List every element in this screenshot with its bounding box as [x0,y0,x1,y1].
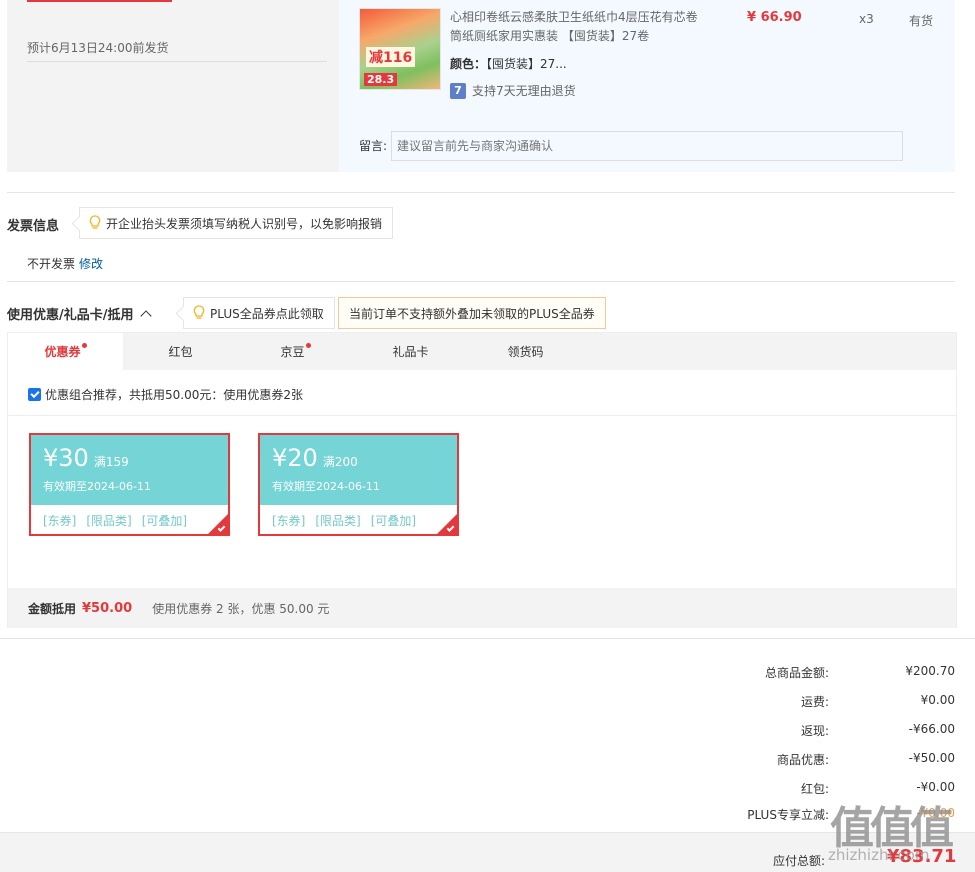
total-label: PLUS专享立减: [747,808,829,822]
deduction-label: 金额抵用 [28,601,77,616]
coupon-tabs: 优惠券 红包 京豆 礼品卡 领货码 [8,333,956,370]
divider [0,638,975,639]
coupon-condition: 满200 [322,455,358,469]
lightbulb-icon [193,305,205,319]
coupon-section-title: 使用优惠/礼品卡/抵用 [7,308,134,323]
message-input[interactable] [391,131,903,161]
chevron-up-icon [139,310,152,322]
item-price: ¥ 66.90 [747,10,802,25]
order-shipping-panel: 预计6月13日24:00前发货 [7,0,339,172]
invoice-title: 发票信息 [7,219,60,234]
thumb-badge-price: 28.3 [364,73,398,86]
divider [27,61,327,62]
invoice-tip-text: 开企业抬头发票须填写纳税人识别号，以免影响报销 [106,216,383,231]
coupon-amount: ¥20 [272,444,318,472]
total-row: 商品优惠: -¥50.00 [600,751,955,771]
invoice-tip: 开企业抬头发票须填写纳税人识别号，以免影响报销 [79,207,394,239]
plus-coupon-claim-text: PLUS全品券点此领取 [210,306,324,321]
deduction-description: 使用优惠券 2 张，优惠 50.00 元 [152,601,330,616]
shipping-estimate: 预计6月13日24:00前发货 [27,41,169,55]
total-value: ¥0.00 [920,693,955,707]
pay-total-label: 应付总额: [773,854,826,868]
seven-day-return-icon: 7 [450,82,466,99]
total-value: ¥200.70 [905,664,955,678]
coupon-expiry: 有效期至2024-06-11 [272,480,380,493]
coupon-tag: [东券] [272,514,306,528]
notification-dot [305,343,311,348]
shipping-tab-indicator [27,0,172,2]
return-policy: 7 支持7天无理由退货 [450,82,576,99]
total-row: 总商品金额: ¥200.70 [600,664,955,684]
item-quantity: x3 [859,12,874,26]
product-color-label: 颜色： [450,57,487,71]
tab-label: 京豆 [280,345,305,359]
message-label: 留言: [359,139,388,153]
coupon-card[interactable]: ¥20 满200 有效期至2024-06-11 [东券] [限品类] [可叠加] [258,433,459,536]
divider [8,415,956,416]
product-color: 颜色：【囤货装】27... [450,55,567,72]
coupon-card-header: ¥30 满159 有效期至2024-06-11 [31,435,228,505]
selected-corner [437,514,457,534]
stock-status: 有货 [909,14,934,28]
divider [7,281,955,282]
invoice-modify-link[interactable]: 修改 [79,257,103,271]
coupon-tag: [限品类] [315,514,361,528]
total-row: 返现: -¥66.00 [600,722,955,742]
coupon-panel: 优惠券 红包 京豆 礼品卡 领货码 优惠组合推荐，共抵用50.00元：使用优惠券… [7,332,957,628]
plus-coupon-warning: 当前订单不支持额外叠加未领取的PLUS全品券 [338,297,606,329]
total-value: -¥66.00 [908,722,955,736]
tab-coupons[interactable]: 优惠券 [8,333,123,370]
product-color-value: 【囤货装】27... [486,57,567,71]
coupon-deduction-summary: 金额抵用 ¥50.00 使用优惠券 2 张，优惠 50.00 元 [8,588,956,628]
selected-corner [208,514,228,534]
total-label: 运费: [800,695,829,709]
coupon-combo-text: 优惠组合推荐，共抵用50.00元：使用优惠券2张 [45,388,303,402]
total-label: 返现: [800,724,829,738]
coupon-expiry: 有效期至2024-06-11 [43,480,151,493]
product-name-link[interactable]: 心相印卷纸云感柔肤卫生纸纸巾4层压花有芯卷筒纸厕纸家用实惠装 【囤货装】27卷 [450,8,700,46]
coupon-tags: [东券] [限品类] [可叠加] [260,505,457,534]
coupon-combo-recommend[interactable]: 优惠组合推荐，共抵用50.00元：使用优惠券2张 [28,386,303,403]
plus-coupon-claim[interactable]: PLUS全品券点此领取 [183,297,335,329]
invoice-status: 不开发票 修改 [27,255,103,272]
tab-gift-card[interactable]: 礼品卡 [353,333,468,370]
tab-label: 礼品卡 [392,345,429,359]
notification-dot [81,343,87,348]
checkbox-checked-icon[interactable] [28,388,41,401]
tab-redeem-code[interactable]: 领货码 [468,333,583,370]
coupon-tags: [东券] [限品类] [可叠加] [31,505,228,534]
lightbulb-icon [89,215,101,229]
tab-label: 红包 [168,345,193,359]
total-label: 总商品金额: [764,666,829,680]
total-value: -¥50.00 [908,751,955,765]
tab-label: 优惠券 [44,345,81,359]
tab-red-packet[interactable]: 红包 [123,333,238,370]
total-label: 商品优惠: [776,753,829,767]
thumb-badge-discount: 减116 [366,47,416,67]
coupon-tag: [可叠加] [141,514,188,528]
coupon-card-header: ¥20 满200 有效期至2024-06-11 [260,435,457,505]
deduction-value: ¥50.00 [82,600,133,616]
coupon-card[interactable]: ¥30 满159 有效期至2024-06-11 [东券] [限品类] [可叠加] [29,433,230,536]
coupon-section-toggle[interactable]: 使用优惠/礼品卡/抵用 [7,304,152,323]
coupon-amount: ¥30 [43,444,89,472]
return-policy-text: 支持7天无理由退货 [472,84,576,98]
order-item-panel: 减116 28.3 心相印卷纸云感柔肤卫生纸纸巾4层压花有芯卷筒纸厕纸家用实惠装… [339,0,955,172]
coupon-condition: 满159 [93,455,129,469]
site-watermark: 值值值 zhizhizhi.com [822,790,972,870]
total-row: 运费: ¥0.00 [600,693,955,713]
invoice-status-text: 不开发票 [27,257,76,271]
coupon-tag: [可叠加] [370,514,417,528]
coupon-tag: [限品类] [86,514,132,528]
divider [7,192,955,193]
coupon-tag: [东券] [43,514,77,528]
tab-label: 领货码 [507,345,544,359]
tab-jingdou[interactable]: 京豆 [238,333,353,370]
product-thumbnail[interactable]: 减116 28.3 [359,8,441,90]
watermark-text: zhizhizhi.com [828,846,930,864]
